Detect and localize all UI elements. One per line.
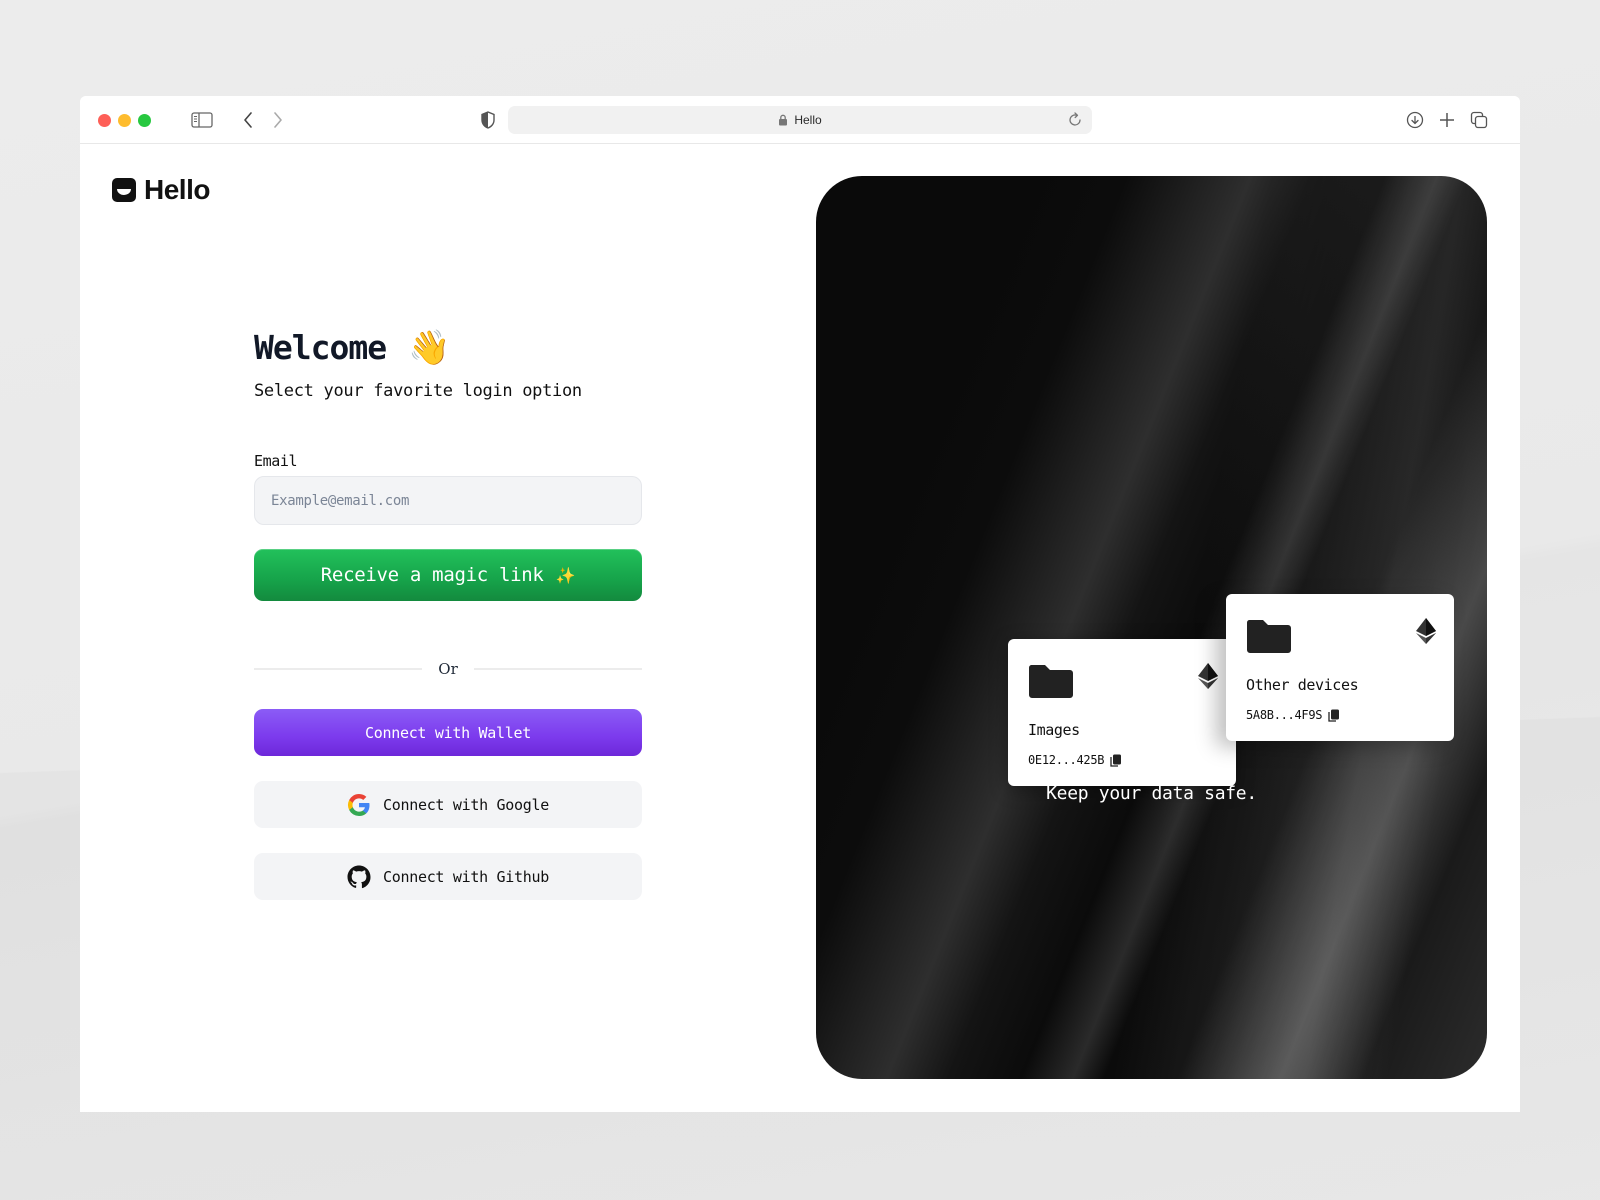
download-icon[interactable] [1403, 108, 1427, 132]
ethereum-icon [1416, 618, 1436, 644]
sidebar-toggle-icon[interactable] [190, 108, 214, 132]
showcase-panel: Images 0E12...425B Other devices 5A8B...… [816, 176, 1487, 1079]
brand-logo[interactable]: Hello [112, 174, 210, 206]
copy-icon[interactable] [1110, 754, 1122, 767]
sparkles-icon: ✨ [555, 565, 576, 585]
card-address: 0E12...425B [1028, 753, 1122, 767]
email-field[interactable] [254, 476, 642, 525]
plus-icon[interactable] [1435, 108, 1459, 132]
connect-wallet-button[interactable]: Connect with Wallet [254, 709, 642, 756]
connect-github-label: Connect with Github [383, 867, 549, 886]
vault-card[interactable]: Images 0E12...425B [1008, 639, 1236, 786]
forward-icon[interactable] [266, 108, 290, 132]
logo-icon [112, 178, 136, 202]
welcome-heading: Welcome 👋 [254, 328, 450, 367]
connect-wallet-label: Connect with Wallet [365, 723, 531, 742]
connect-github-button[interactable]: Connect with Github [254, 853, 642, 900]
back-icon[interactable] [236, 108, 260, 132]
card-address: 5A8B...4F9S [1246, 708, 1340, 722]
address-bar[interactable]: Hello [508, 106, 1092, 134]
magic-link-button[interactable]: Receive a magic link ✨ [254, 549, 642, 601]
connect-google-label: Connect with Google [383, 795, 549, 814]
shield-icon[interactable] [476, 108, 500, 132]
page-subtitle: Select your favorite login option [254, 381, 582, 401]
magic-link-label: Receive a magic link [320, 564, 544, 586]
url-text: Hello [794, 113, 822, 127]
card-title: Images [1028, 721, 1080, 739]
ethereum-icon [1198, 663, 1218, 689]
folder-icon [1028, 665, 1073, 698]
folder-icon [1246, 620, 1291, 653]
lock-icon [779, 114, 788, 126]
brand-name: Hello [144, 174, 210, 205]
waving-hand-icon: 👋 [408, 328, 451, 367]
vault-card[interactable]: Other devices 5A8B...4F9S [1226, 594, 1454, 741]
or-divider: Or [254, 659, 642, 679]
page-title: Welcome [254, 328, 387, 367]
card-title: Other devices [1246, 676, 1359, 694]
divider-line [474, 668, 642, 670]
tabs-icon[interactable] [1467, 108, 1491, 132]
browser-window: Hello Hello Welcome 👋 Select your favori… [80, 96, 1520, 1112]
github-icon [347, 865, 371, 888]
copy-icon[interactable] [1328, 709, 1340, 722]
close-window-button[interactable] [98, 114, 111, 127]
card-address-text: 5A8B...4F9S [1246, 708, 1323, 722]
browser-toolbar: Hello [80, 96, 1520, 144]
minimize-window-button[interactable] [118, 114, 131, 127]
reload-icon[interactable] [1066, 111, 1084, 129]
google-icon [348, 793, 370, 816]
divider-line [254, 668, 422, 670]
card-address-text: 0E12...425B [1028, 753, 1105, 767]
showcase-tagline: Keep your data safe. [1046, 783, 1257, 804]
connect-google-button[interactable]: Connect with Google [254, 781, 642, 828]
divider-label: Or [438, 660, 458, 678]
maximize-window-button[interactable] [138, 114, 151, 127]
email-label: Email [254, 452, 298, 470]
